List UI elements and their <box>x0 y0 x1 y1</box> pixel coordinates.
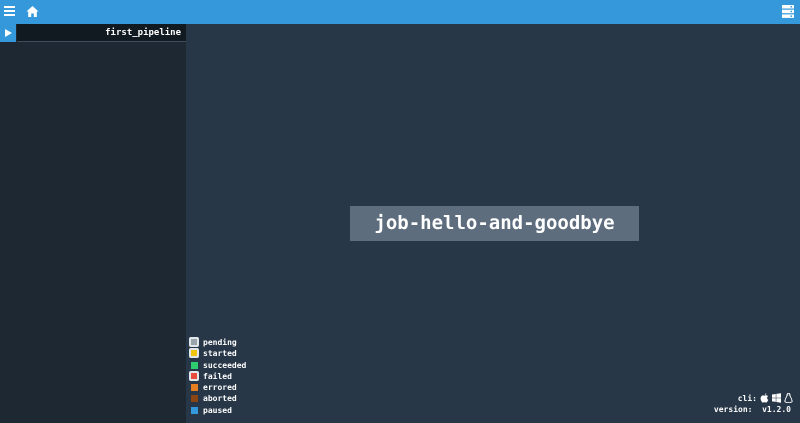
play-icon <box>5 29 12 37</box>
job-node[interactable]: job-hello-and-goodbye <box>350 206 639 241</box>
sidebar: first_pipeline <box>0 24 186 423</box>
cli-label: cli: <box>737 393 757 403</box>
legend-swatch-succeeded <box>191 361 198 369</box>
legend-swatch-aborted <box>191 395 198 403</box>
legend-label: pending <box>203 338 237 347</box>
legend-label: aborted <box>203 394 237 404</box>
windows-icon[interactable] <box>772 393 781 403</box>
legend-swatch-paused <box>191 406 198 414</box>
home-icon[interactable] <box>26 5 39 18</box>
legend-label: paused <box>203 405 232 415</box>
version-label: version: <box>713 405 753 414</box>
sidebar-item-first-pipeline[interactable]: first_pipeline <box>0 24 186 42</box>
legend-label: succeeded <box>203 360 247 370</box>
hamburger-icon[interactable] <box>4 6 15 17</box>
linux-icon[interactable] <box>784 393 793 403</box>
legend-swatch-started <box>189 348 199 359</box>
pipeline-name-link[interactable]: first_pipeline <box>17 24 186 42</box>
top-bar <box>0 0 800 24</box>
legend-swatch-errored <box>191 384 198 392</box>
legend-label: errored <box>203 383 237 393</box>
server-icon[interactable] <box>782 5 794 18</box>
pipeline-pause-toggle[interactable] <box>0 24 16 42</box>
cli-downloads: cli: <box>738 392 793 404</box>
version-value: v1.2.0 <box>762 405 791 414</box>
legend-swatch-failed <box>189 370 199 381</box>
version-info: version: v1.2.0 <box>714 405 791 416</box>
legend-label: failed <box>203 371 232 381</box>
legend-swatch-pending <box>189 337 199 347</box>
legend-label: started <box>203 349 237 359</box>
apple-icon[interactable] <box>760 393 769 403</box>
